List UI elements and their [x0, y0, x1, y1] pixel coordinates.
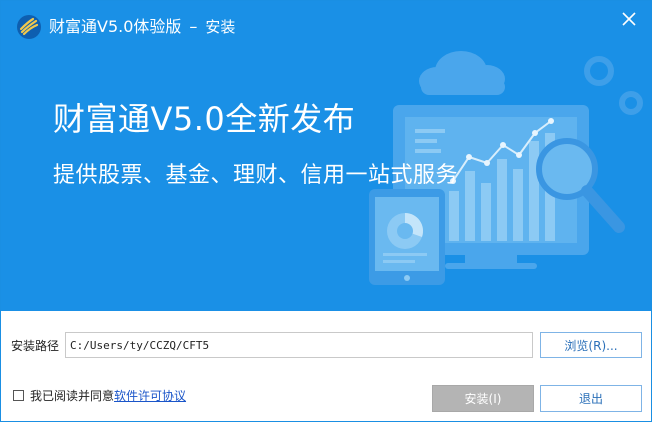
- cloud-icon: [419, 51, 505, 95]
- agreement-text: 我已阅读并同意: [30, 388, 115, 403]
- browse-button[interactable]: 浏览(R)...: [540, 332, 642, 358]
- install-path-label: 安装路径: [11, 339, 60, 353]
- license-agreement-link[interactable]: 软件许可协议: [114, 387, 186, 404]
- close-icon: [622, 12, 636, 26]
- banner-headline: 财富通V5.0全新发布: [53, 100, 356, 138]
- banner-tagline: 提供股票、基金、理财、信用一站式服务: [53, 163, 459, 188]
- gear-icon: [584, 56, 643, 115]
- window-subtitle: 安装: [205, 18, 236, 36]
- exit-button[interactable]: 退出: [540, 385, 642, 412]
- close-button[interactable]: [615, 5, 643, 33]
- agreement-row: 我已阅读并同意 软件许可协议: [13, 387, 186, 403]
- banner: 财富通V5.0体验版 – 安装 财富通V5.0全新发布 提供股票、基金、理财、信用一…: [1, 1, 651, 311]
- pie-chart-icon: [387, 212, 424, 249]
- window-title: 财富通V5.0体验版 – 安装: [49, 17, 235, 37]
- agreement-checkbox[interactable]: [13, 389, 24, 401]
- install-path-input[interactable]: [65, 332, 533, 358]
- title-separator: –: [189, 17, 198, 36]
- installer-window: 财富通V5.0体验版 – 安装 财富通V5.0全新发布 提供股票、基金、理财、信用一…: [0, 0, 652, 422]
- app-name: 财富通V5.0体验版: [49, 17, 182, 36]
- wheat-logo-icon: [17, 15, 41, 39]
- tablet-icon: [369, 189, 445, 285]
- title-bar: 财富通V5.0体验版 – 安装: [1, 1, 651, 55]
- install-button[interactable]: 安装(I): [432, 385, 534, 412]
